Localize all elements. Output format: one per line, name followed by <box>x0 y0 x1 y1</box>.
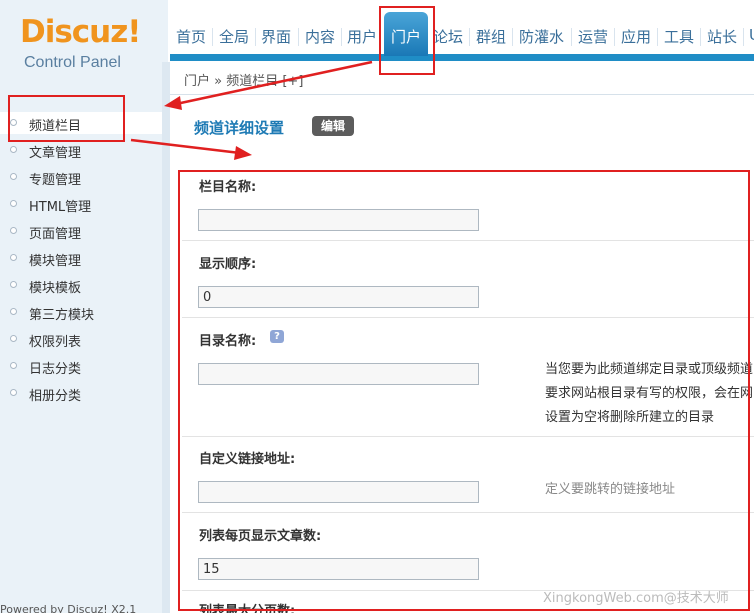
sidebar-item-topics[interactable]: 专题管理 <box>0 166 162 188</box>
logo-subtitle: Control Panel <box>24 54 121 71</box>
logo-word: Discuz! <box>20 14 141 50</box>
nav-separator <box>614 28 615 46</box>
sidebar-item-html[interactable]: HTML管理 <box>0 193 162 215</box>
nav-separator <box>298 28 299 46</box>
nav-item-ucenter[interactable]: U <box>749 26 754 48</box>
nav-separator <box>341 28 342 46</box>
sidebar-item-label: 文章管理 <box>29 146 82 161</box>
sidebar-item-blog-categories[interactable]: 日志分类 <box>0 355 162 377</box>
nav-item-content[interactable]: 内容 <box>305 26 335 48</box>
sidebar-item-articles[interactable]: 文章管理 <box>0 139 162 161</box>
nav-item-apps[interactable]: 应用 <box>621 26 651 48</box>
bullet-icon <box>10 254 17 261</box>
arrow-head <box>234 146 252 160</box>
bullet-icon <box>10 335 17 342</box>
bullet-icon <box>10 173 17 180</box>
nav-item-home[interactable]: 首页 <box>176 26 206 48</box>
bullet-icon <box>10 362 17 369</box>
bullet-icon <box>10 200 17 207</box>
bullet-icon <box>10 146 17 153</box>
sidebar-item-album-categories[interactable]: 相册分类 <box>0 382 162 404</box>
nav-item-antispam[interactable]: 防灌水 <box>519 26 564 48</box>
logo: Discuz! Control Panel <box>0 0 168 85</box>
sidebar-item-label: HTML管理 <box>29 200 92 215</box>
sidebar-item-label: 模块模板 <box>29 281 82 296</box>
sidebar-item-pages[interactable]: 页面管理 <box>0 220 162 242</box>
sidebar-item-label: 相册分类 <box>29 389 82 404</box>
sidebar-item-label: 专题管理 <box>29 173 82 188</box>
annotation-box-sidebar <box>8 95 125 142</box>
bullet-icon <box>10 281 17 288</box>
sidebar-item-label: 权限列表 <box>29 335 82 350</box>
sidebar-item-label: 模块管理 <box>29 254 82 269</box>
breadcrumb[interactable]: 门户 » 频道栏目 [+] <box>184 70 303 89</box>
sidebar-item-thirdparty-blocks[interactable]: 第三方模块 <box>0 301 162 323</box>
nav-separator <box>212 28 213 46</box>
nav-item-user[interactable]: 用户 <box>347 26 377 48</box>
bullet-icon <box>10 389 17 396</box>
sidebar-item-block-templates[interactable]: 模块模板 <box>0 274 162 296</box>
nav-item-tools[interactable]: 工具 <box>664 26 694 48</box>
nav-separator <box>255 28 256 46</box>
sidebar-item-label: 第三方模块 <box>29 308 95 323</box>
sidebar-item-label: 页面管理 <box>29 227 82 242</box>
sidebar-item-blocks[interactable]: 模块管理 <box>0 247 162 269</box>
bullet-icon <box>10 227 17 234</box>
nav-item-global[interactable]: 全局 <box>219 26 249 48</box>
section-title: 频道详细设置 <box>194 119 285 137</box>
sidebar-scroll-strip <box>162 62 170 613</box>
annotation-box-form <box>178 170 750 611</box>
bullet-icon <box>10 308 17 315</box>
nav-separator <box>571 28 572 46</box>
sidebar-item-label: 日志分类 <box>29 362 82 377</box>
nav-item-group[interactable]: 群组 <box>476 26 506 48</box>
nav-item-operation[interactable]: 运营 <box>578 26 608 48</box>
nav-separator <box>657 28 658 46</box>
nav-separator <box>469 28 470 46</box>
nav-item-admin[interactable]: 站长 <box>707 26 737 48</box>
nav-separator <box>512 28 513 46</box>
nav-item-interface[interactable]: 界面 <box>261 26 291 48</box>
nav-underline <box>170 54 754 61</box>
nav-separator <box>743 28 744 46</box>
powered-by: Powered by Discuz! X2.1 <box>0 603 137 613</box>
nav-separator <box>700 28 701 46</box>
annotation-box-nav <box>379 6 435 75</box>
sidebar-item-permissions[interactable]: 权限列表 <box>0 328 162 350</box>
edit-button[interactable]: 编辑 <box>312 116 354 136</box>
nav-item-forum[interactable]: 论坛 <box>433 26 463 48</box>
